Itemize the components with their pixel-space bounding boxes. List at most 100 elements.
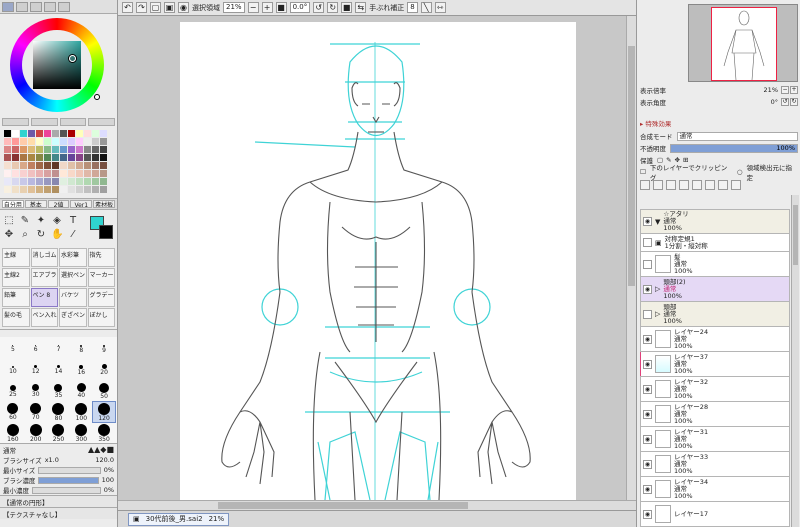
color-swatch[interactable] — [100, 178, 107, 185]
hue-cursor[interactable] — [94, 94, 100, 100]
color-swatch[interactable] — [92, 178, 99, 185]
color-swatch[interactable] — [20, 138, 27, 145]
color-swatch[interactable] — [92, 170, 99, 177]
color-swatch[interactable] — [52, 146, 59, 153]
layer-row[interactable]: ◉ レイヤー28 通常 100% — [640, 402, 790, 427]
brush-size-preset[interactable]: 6 — [25, 339, 47, 359]
color-swatch[interactable] — [12, 186, 19, 193]
color-swatch[interactable] — [4, 146, 11, 153]
color-swatch[interactable] — [60, 178, 67, 185]
layer-visibility-icon[interactable]: ◉ — [643, 217, 652, 226]
nav-zoom-out-button[interactable]: − — [781, 86, 789, 94]
brush-size-preset[interactable]: 25 — [2, 381, 24, 401]
color-swatch[interactable] — [28, 146, 35, 153]
layer-visibility-icon[interactable]: ◉ — [643, 359, 652, 369]
layer-row[interactable]: 髪通常 100% — [640, 252, 790, 277]
new-layer-icon[interactable] — [640, 180, 650, 190]
shape-icon[interactable]: ◈ — [51, 215, 63, 227]
color-swatch[interactable] — [52, 138, 59, 145]
layer-visibility-icon[interactable]: ◉ — [643, 409, 652, 419]
detect-radio[interactable]: ○ — [737, 168, 743, 176]
brush-size-preset[interactable]: 30 — [25, 381, 47, 401]
color-swatch[interactable] — [60, 146, 67, 153]
rgb-slider-mode-button[interactable] — [16, 2, 28, 12]
layer-row[interactable]: ◉ レイヤー17 — [640, 502, 790, 527]
color-swatch[interactable] — [28, 178, 35, 185]
color-swatch[interactable] — [84, 130, 91, 137]
tool-tab[interactable]: 基本 — [24, 200, 47, 208]
color-swatch[interactable] — [52, 170, 59, 177]
nav-angle-value[interactable]: 0° — [771, 98, 778, 106]
color-swatch[interactable] — [84, 186, 91, 193]
hand-icon[interactable]: ✋ — [51, 229, 63, 241]
layer-row[interactable]: ◉ ▷ 頭部(2) 通常 100% — [640, 277, 790, 302]
folder-expand-icon[interactable]: ▷ — [655, 285, 660, 293]
scroll-thumb[interactable] — [218, 502, 468, 509]
brush-size-preset[interactable]: 14 — [48, 360, 70, 380]
brush-density-row[interactable]: ブラシ濃度 100 — [0, 475, 117, 485]
swatch-mode-button[interactable] — [44, 2, 56, 12]
color-swatch[interactable] — [52, 186, 59, 193]
brush-size-row[interactable]: ブラシサイズ x1.0 120.0 — [0, 455, 117, 465]
brush-tool-slot[interactable]: ペン入れ — [30, 308, 58, 327]
swatch-toolbar-button[interactable] — [59, 118, 87, 126]
brush-tool-slot[interactable]: ぼかし — [87, 308, 115, 327]
color-swatch[interactable] — [60, 186, 67, 193]
color-swatch[interactable] — [20, 146, 27, 153]
brush-size-preset[interactable]: 5 — [2, 339, 24, 359]
color-swatch[interactable] — [28, 138, 35, 145]
rotate-left-icon[interactable]: ↺ — [313, 2, 325, 13]
swatch-toolbar-button[interactable] — [88, 118, 115, 126]
color-swatch[interactable] — [60, 162, 67, 169]
min-size-row[interactable]: 最小サイズ 0% — [0, 465, 117, 475]
color-swatch[interactable] — [28, 154, 35, 161]
tool-tab[interactable]: 素材板 — [93, 200, 115, 208]
color-swatch[interactable] — [84, 162, 91, 169]
color-swatch[interactable] — [76, 162, 83, 169]
saturation-value-square[interactable] — [33, 41, 81, 89]
color-swatch[interactable] — [68, 130, 75, 137]
color-swatch[interactable] — [28, 170, 35, 177]
color-swatch[interactable] — [76, 154, 83, 161]
layer-row[interactable]: ◉ ▼ ☆アタリ 通常 100% — [640, 209, 790, 234]
color-swatch[interactable] — [68, 170, 75, 177]
brush-size-preset[interactable]: 120 — [92, 401, 116, 423]
color-swatch[interactable] — [4, 138, 11, 145]
color-swatch[interactable] — [52, 162, 59, 169]
color-swatch[interactable] — [36, 162, 43, 169]
brush-size-preset[interactable]: 350 — [93, 423, 115, 443]
transfer-down-icon[interactable] — [692, 180, 702, 190]
min-size-slider[interactable] — [38, 466, 101, 474]
zoom-in-icon[interactable]: + — [261, 2, 273, 13]
color-swatch[interactable] — [68, 186, 75, 193]
brush-size-preset[interactable]: 35 — [48, 381, 70, 401]
opacity-slider[interactable]: 100% — [670, 143, 798, 153]
color-swatch[interactable] — [76, 138, 83, 145]
layer-visibility-icon[interactable]: ◉ — [643, 334, 652, 344]
brush-size-preset[interactable]: 250 — [48, 423, 70, 443]
color-swatch[interactable] — [60, 130, 67, 137]
canvas-vertical-scrollbar[interactable] — [626, 16, 636, 500]
layer-row[interactable]: ◉ レイヤー34 通常 100% — [640, 477, 790, 502]
color-swatch[interactable] — [92, 154, 99, 161]
brush-tool-slot[interactable]: 主線2 — [2, 268, 30, 287]
tool-tab[interactable]: 2値 — [47, 200, 70, 208]
magic-wand-icon[interactable]: ✦ — [35, 215, 47, 227]
color-swatch[interactable] — [76, 178, 83, 185]
blend-shape-dropdown[interactable]: 【通常の円形】 — [0, 495, 117, 507]
color-swatch[interactable] — [84, 146, 91, 153]
layer-row[interactable]: ▷ 頭部 通常 100% — [640, 302, 790, 327]
canvas-paper[interactable] — [180, 22, 576, 500]
brush-tool-slot[interactable]: バケツ — [59, 288, 87, 307]
color-swatch[interactable] — [36, 178, 43, 185]
layer-visibility-icon[interactable]: ◉ — [643, 434, 652, 444]
nav-zoom-value[interactable]: 21% — [764, 86, 778, 94]
zoom-reset-icon[interactable]: ■ — [275, 2, 287, 13]
color-swatch[interactable] — [36, 154, 43, 161]
layer-row[interactable]: ◉ レイヤー37 通常 100% — [640, 352, 790, 377]
scroll-thumb[interactable] — [628, 46, 635, 286]
brush-tool-slot[interactable]: 主線 — [2, 248, 30, 267]
brush-shape-row[interactable]: 通常 ▲▲◆■ — [0, 443, 117, 455]
tool-tab[interactable]: 自分用 — [2, 200, 24, 208]
color-swatch[interactable] — [44, 162, 51, 169]
